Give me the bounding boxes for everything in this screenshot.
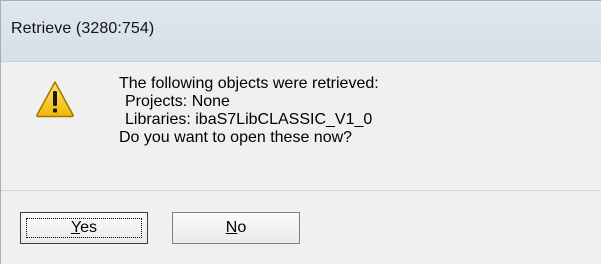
message-line-libraries: Libraries: ibaS7LibCLASSIC_V1_0	[125, 111, 373, 128]
message-line-projects: Projects: None	[125, 93, 230, 110]
button-bar: Yes No	[1, 190, 601, 264]
no-button[interactable]: No	[172, 212, 300, 244]
title-bar[interactable]: Retrieve (3280:754)	[1, 1, 601, 62]
no-button-label: No	[225, 219, 247, 236]
message-line-intro: The following objects were retrieved:	[119, 75, 379, 92]
window-title: Retrieve (3280:754)	[11, 20, 155, 37]
warning-icon	[36, 81, 74, 118]
retrieve-dialog: Retrieve (3280:754) The following object…	[0, 0, 601, 264]
dialog-body: The following objects were retrieved: Pr…	[1, 62, 601, 190]
yes-button-label: Yes	[70, 219, 98, 236]
yes-button[interactable]: Yes	[20, 212, 148, 244]
message-text: The following objects were retrieved: Pr…	[119, 75, 379, 147]
message-line-question: Do you want to open these now?	[119, 129, 353, 146]
